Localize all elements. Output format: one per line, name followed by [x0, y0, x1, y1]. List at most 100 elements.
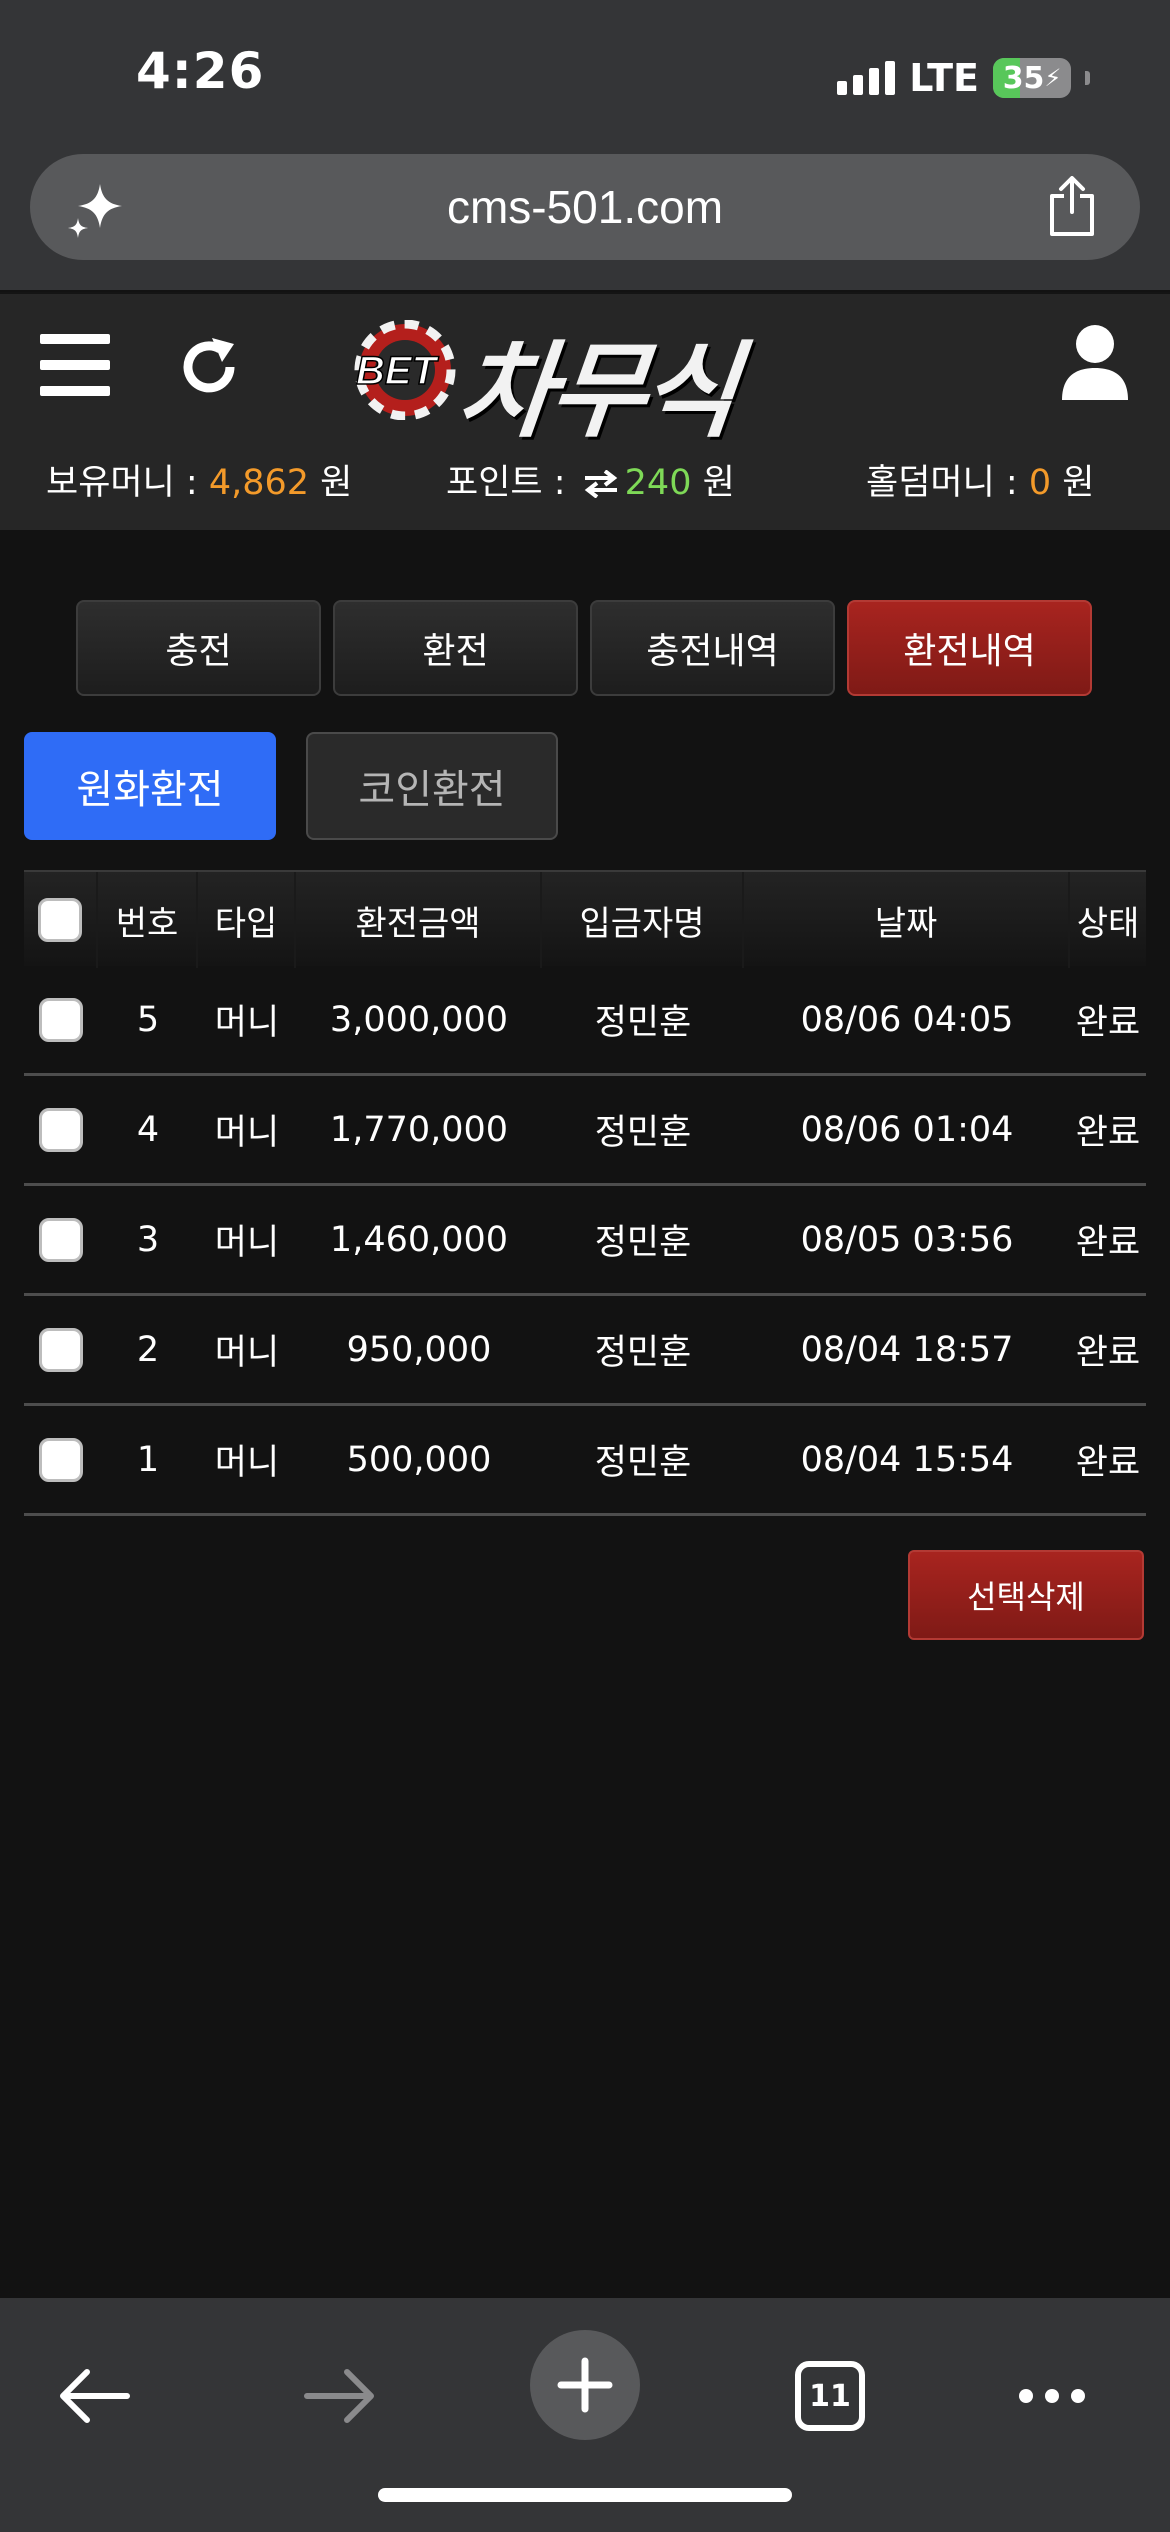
row-number: 3 — [136, 1219, 160, 1260]
row-checkbox[interactable] — [39, 997, 83, 1042]
row-amount: 3,000,000 — [329, 999, 509, 1040]
withdraw-history-table: 번호 타입 환전금액 입금자명 날짜 상태 5 머니 3,000,000 정민훈… — [24, 870, 1146, 1516]
row-type: 머니 — [214, 1113, 280, 1153]
battery-icon: 35 ⚡ — [993, 58, 1071, 98]
url-text[interactable]: cms-501.com — [30, 154, 1140, 260]
table-row: 3 머니 1,460,000 정민훈 08/05 03:56 완료 — [24, 1186, 1146, 1296]
status-indicators: LTE 35 ⚡ — [837, 56, 1090, 100]
plus-icon — [557, 2357, 613, 2413]
tab-deposit-history[interactable]: 충전내역 — [590, 600, 835, 696]
swap-icon[interactable] — [583, 470, 619, 498]
forward-button[interactable] — [300, 2356, 380, 2436]
holdem-balance: 홀덤머니 : 0 원 — [866, 454, 1094, 505]
row-checkbox[interactable] — [39, 1107, 83, 1152]
row-checkbox[interactable] — [39, 1217, 83, 1262]
row-amount: 500,000 — [346, 1439, 492, 1480]
row-date: 08/06 01:04 — [800, 1109, 1014, 1150]
back-button[interactable] — [54, 2356, 134, 2436]
row-date: 08/04 18:57 — [800, 1329, 1014, 1370]
row-date: 08/06 04:05 — [800, 999, 1014, 1040]
logo-badge: BET — [356, 349, 440, 393]
point-unit: 원 — [691, 463, 735, 503]
select-all-checkbox[interactable] — [38, 898, 82, 942]
row-depositor: 정민훈 — [594, 1003, 692, 1043]
tab-count: 11 — [795, 2361, 865, 2431]
site-header: BET 차무식 보유머니 : 4,862 원 포인트 : 240 원 홀덤머니 … — [0, 292, 1170, 530]
header-amount: 환전금액 — [296, 872, 542, 968]
logo-text: 차무식 — [452, 330, 741, 452]
home-indicator[interactable] — [378, 2488, 792, 2502]
money-balance: 보유머니 : 4,862 원 — [46, 454, 352, 505]
header-date: 날짜 — [744, 872, 1070, 968]
tab-won-withdraw[interactable]: 원화환전 — [24, 732, 276, 840]
refresh-icon[interactable] — [176, 334, 242, 400]
row-depositor: 정민훈 — [594, 1443, 692, 1483]
money-value: 4,862 — [208, 463, 310, 503]
point-value: 240 — [624, 463, 692, 503]
row-status: 완료 — [1075, 1443, 1141, 1483]
row-number: 4 — [136, 1109, 160, 1150]
header-depositor: 입금자명 — [542, 872, 744, 968]
table-header: 번호 타입 환전금액 입금자명 날짜 상태 — [24, 870, 1146, 968]
site-logo[interactable]: BET 차무식 — [350, 312, 810, 452]
row-depositor: 정민훈 — [594, 1223, 692, 1263]
table-row: 2 머니 950,000 정민훈 08/04 18:57 완료 — [24, 1296, 1146, 1406]
address-bar[interactable]: cms-501.com — [30, 154, 1140, 260]
row-status: 완료 — [1075, 1333, 1141, 1373]
arrow-right-icon — [304, 2369, 374, 2423]
header-number: 번호 — [98, 872, 198, 968]
user-icon[interactable] — [1060, 322, 1130, 402]
tab-withdraw[interactable]: 환전 — [333, 600, 578, 696]
row-amount: 950,000 — [346, 1329, 492, 1370]
row-status: 완료 — [1075, 1003, 1141, 1043]
row-type: 머니 — [214, 1223, 280, 1263]
row-type: 머니 — [214, 1443, 280, 1483]
row-date: 08/04 15:54 — [800, 1439, 1014, 1480]
new-tab-button[interactable] — [530, 2330, 640, 2440]
share-icon[interactable] — [1044, 176, 1100, 238]
status-bar: 4:26 LTE 35 ⚡ — [0, 0, 1170, 150]
more-button[interactable] — [1012, 2356, 1092, 2436]
arrow-left-icon — [60, 2369, 130, 2423]
row-number: 2 — [136, 1329, 160, 1370]
money-label: 보유머니 : — [46, 463, 209, 503]
row-amount: 1,460,000 — [329, 1219, 509, 1260]
row-checkbox[interactable] — [39, 1437, 83, 1482]
header-select-cell — [24, 872, 98, 968]
row-type: 머니 — [214, 1333, 280, 1373]
header-type: 타입 — [198, 872, 296, 968]
menu-icon[interactable] — [40, 334, 110, 396]
row-amount: 1,770,000 — [329, 1109, 509, 1150]
row-checkbox[interactable] — [39, 1327, 83, 1372]
poker-chip-icon: BET — [354, 320, 456, 420]
row-date: 08/05 03:56 — [800, 1219, 1014, 1260]
point-balance: 포인트 : 240 원 — [446, 454, 735, 505]
tabs-button[interactable]: 11 — [790, 2356, 870, 2436]
holdem-unit: 원 — [1051, 463, 1095, 503]
row-depositor: 정민훈 — [594, 1333, 692, 1373]
delete-selected-button[interactable]: 선택삭제 — [908, 1550, 1144, 1640]
more-dots-icon — [1019, 2389, 1085, 2403]
holdem-value: 0 — [1028, 463, 1052, 503]
row-number: 5 — [136, 999, 160, 1040]
row-depositor: 정민훈 — [594, 1113, 692, 1153]
header-status: 상태 — [1076, 903, 1140, 944]
row-number: 1 — [136, 1439, 160, 1480]
row-type: 머니 — [214, 1003, 280, 1043]
money-unit: 원 — [309, 463, 353, 503]
network-type: LTE — [909, 56, 979, 100]
balance-bar: 보유머니 : 4,862 원 포인트 : 240 원 홀덤머니 : 0 원 — [0, 454, 1170, 510]
battery-level: 35 — [1002, 60, 1045, 96]
table-row: 1 머니 500,000 정민훈 08/04 15:54 완료 — [24, 1406, 1146, 1516]
tab-deposit[interactable]: 충전 — [76, 600, 321, 696]
row-status: 완료 — [1075, 1223, 1141, 1263]
point-label: 포인트 : — [446, 463, 577, 503]
table-row: 5 머니 3,000,000 정민훈 08/06 04:05 완료 — [24, 966, 1146, 1076]
battery-tip — [1085, 71, 1090, 85]
tab-coin-withdraw[interactable]: 코인환전 — [306, 732, 558, 840]
tab-withdraw-history[interactable]: 환전내역 — [847, 600, 1092, 696]
main-tabs: 충전 환전 충전내역 환전내역 — [76, 600, 1092, 696]
holdem-label: 홀덤머니 : — [866, 463, 1029, 503]
browser-address-area: cms-501.com — [0, 150, 1170, 290]
table-row: 4 머니 1,770,000 정민훈 08/06 01:04 완료 — [24, 1076, 1146, 1186]
